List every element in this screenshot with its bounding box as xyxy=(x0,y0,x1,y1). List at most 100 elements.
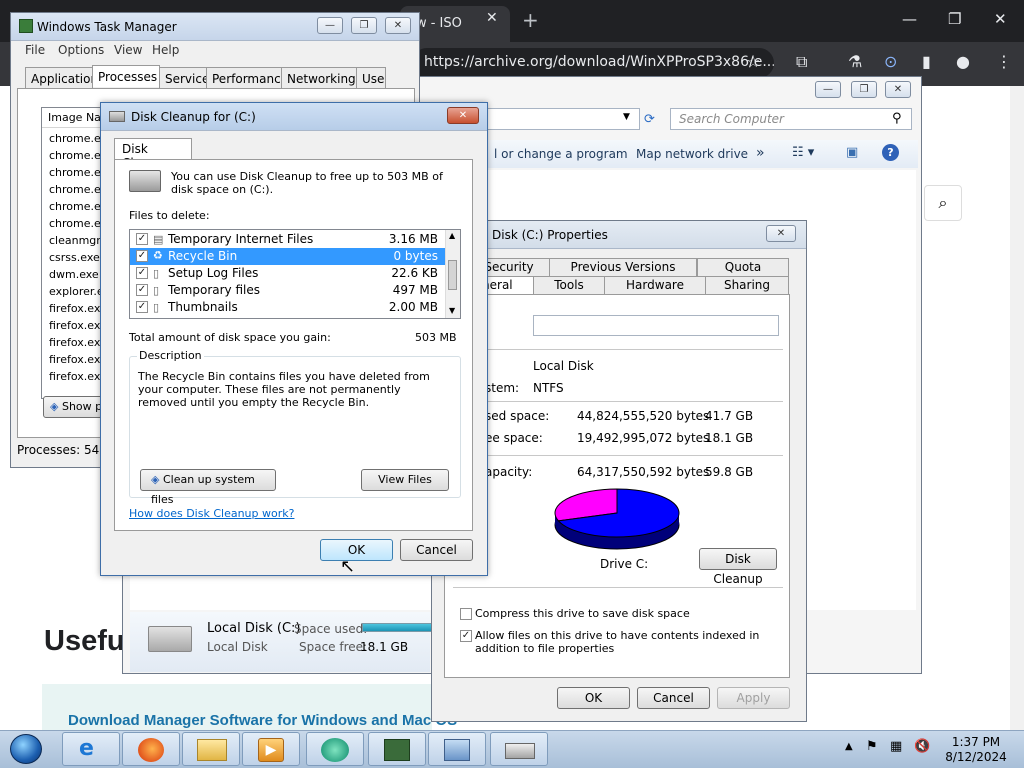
help-icon[interactable]: ? xyxy=(882,144,899,161)
uninstall-program-command[interactable]: l or change a program xyxy=(494,147,628,161)
scroll-down-icon[interactable]: ▼ xyxy=(449,306,455,315)
disk-cleanup-close-button[interactable]: ✕ xyxy=(447,107,479,124)
disk-cleanup-titlebar[interactable]: Disk Cleanup for (C:) ✕ xyxy=(101,103,487,131)
profile-icon[interactable]: ● xyxy=(956,52,970,71)
index-checkbox[interactable]: ✓ xyxy=(460,630,472,642)
new-tab-icon[interactable]: + xyxy=(522,8,539,32)
volume-muted-icon[interactable]: 🔇 xyxy=(914,739,930,754)
tab-users[interactable]: Users xyxy=(356,67,386,89)
properties-ok-button[interactable]: OK xyxy=(557,687,630,709)
tab-performance[interactable]: Performance xyxy=(206,67,282,89)
files-to-delete-list[interactable]: ✓ ▤ Temporary Internet Files 3.16 MB ✓ ♻… xyxy=(129,229,461,319)
tab-disk-cleanup[interactable]: Disk Cleanup xyxy=(114,138,192,170)
taskbar-firefox[interactable] xyxy=(122,732,180,766)
menu-help[interactable]: Help xyxy=(152,43,179,57)
tab-services[interactable]: Services xyxy=(159,67,207,89)
clock[interactable]: 1:37 PM 8/12/2024 xyxy=(944,735,1008,765)
process-row[interactable]: firefox.exe xyxy=(49,353,107,366)
menu-options[interactable]: Options xyxy=(58,43,104,57)
tm-maximize-button[interactable]: ❐ xyxy=(351,17,377,34)
properties-cancel-button[interactable]: Cancel xyxy=(637,687,710,709)
process-row[interactable]: firefox.exe xyxy=(49,370,107,383)
process-row[interactable]: firefox.exe xyxy=(49,336,107,349)
file-checkbox[interactable]: ✓ xyxy=(136,233,148,245)
preview-pane-icon[interactable]: ▣ xyxy=(846,145,858,160)
tab-sharing[interactable]: Sharing xyxy=(705,276,789,295)
search-icon[interactable]: ⚲ xyxy=(892,111,902,126)
view-files-button[interactable]: View Files xyxy=(361,469,449,491)
disk-cleanup-button[interactable]: Disk Cleanup xyxy=(699,548,777,586)
side-panel-icon[interactable]: ▮ xyxy=(922,52,931,71)
tm-close-button[interactable]: ✕ xyxy=(385,17,411,34)
tab-quota[interactable]: Quota xyxy=(697,258,789,277)
properties-titlebar[interactable]: Disk (C:) Properties ✕ xyxy=(432,221,806,249)
page-scrollbar[interactable] xyxy=(1010,86,1024,730)
download-icon[interactable]: ⊙ xyxy=(884,52,897,71)
process-row[interactable]: firefox.exe xyxy=(49,319,107,332)
close-icon[interactable]: ✕ xyxy=(994,10,1007,28)
disk-cleanup-cancel-button[interactable]: Cancel xyxy=(400,539,473,561)
file-row[interactable]: ✓ ▤ Temporary Internet Files 3.16 MB xyxy=(130,231,446,248)
file-checkbox[interactable]: ✓ xyxy=(136,250,148,262)
tab-applications[interactable]: Applications xyxy=(25,67,93,89)
extensions-icon[interactable]: ⧉ xyxy=(796,52,807,72)
refresh-icon[interactable]: ⟳ xyxy=(644,112,655,127)
more-commands-icon[interactable]: » xyxy=(756,145,765,161)
compress-checkbox[interactable] xyxy=(460,608,472,620)
page-search-icon[interactable]: ⌕ xyxy=(924,185,962,221)
explorer-close-button[interactable]: ✕ xyxy=(885,81,911,98)
lab-flask-icon[interactable]: ⚗ xyxy=(848,52,862,71)
file-checkbox[interactable]: ✓ xyxy=(136,284,148,296)
taskbar-media-center[interactable] xyxy=(306,732,364,766)
process-row[interactable]: csrss.exe xyxy=(49,251,100,264)
download-manager-link[interactable]: Download Manager Software for Windows an… xyxy=(68,712,457,729)
taskbar-computer[interactable] xyxy=(428,732,486,766)
address-bar[interactable]: https://archive.org/download/WinXPProSP3… xyxy=(412,48,774,78)
file-row[interactable]: ✓ ♻ Recycle Bin 0 bytes xyxy=(130,248,446,265)
address-dropdown-icon[interactable]: ▼ xyxy=(623,112,630,122)
view-options-icon[interactable]: ☷ ▾ xyxy=(792,145,814,160)
menu-view[interactable]: View xyxy=(114,43,142,57)
file-checkbox[interactable]: ✓ xyxy=(136,301,148,313)
taskbar-media-player[interactable]: ▶ xyxy=(242,732,300,766)
taskbar-explorer[interactable] xyxy=(182,732,240,766)
show-hidden-icons[interactable]: ▲ xyxy=(845,741,853,752)
menu-kebab-icon[interactable]: ⋮ xyxy=(996,52,1012,71)
explorer-maximize-button[interactable]: ❐ xyxy=(851,81,877,98)
process-row[interactable]: dwm.exe xyxy=(49,268,99,281)
explorer-minimize-button[interactable]: — xyxy=(815,81,841,98)
tab-processes[interactable]: Processes xyxy=(92,65,160,87)
properties-apply-button[interactable]: Apply xyxy=(717,687,790,709)
tm-minimize-button[interactable]: — xyxy=(317,17,343,34)
scroll-thumb[interactable] xyxy=(448,260,457,290)
restore-icon[interactable]: ❐ xyxy=(948,10,961,28)
disk-cleanup-help-link[interactable]: How does Disk Cleanup work? xyxy=(129,507,294,520)
disk-cleanup-ok-button[interactable]: OK xyxy=(320,539,393,561)
taskbar-internet-explorer[interactable]: e xyxy=(62,732,120,766)
action-center-flag-icon[interactable]: ⚑ xyxy=(866,739,878,754)
bookmark-star-icon[interactable]: ☆ xyxy=(746,52,760,71)
map-network-drive-command[interactable]: Map network drive xyxy=(636,147,748,161)
explorer-address-bar[interactable]: ▼ xyxy=(486,108,640,130)
file-checkbox[interactable]: ✓ xyxy=(136,267,148,279)
network-icon[interactable]: ▦ xyxy=(890,739,902,754)
taskbar-disk-cleanup[interactable] xyxy=(490,732,548,766)
task-manager-titlebar[interactable]: Windows Task Manager — ❐ ✕ xyxy=(11,13,419,41)
start-button[interactable] xyxy=(4,731,48,767)
file-row[interactable]: ✓ ▯ Thumbnails 2.00 MB xyxy=(130,299,446,316)
files-list-scrollbar[interactable]: ▲ ▼ xyxy=(445,230,460,318)
scroll-up-icon[interactable]: ▲ xyxy=(449,231,455,240)
properties-close-button[interactable]: ✕ xyxy=(766,225,796,242)
explorer-search-input[interactable]: Search Computer xyxy=(670,108,912,130)
drive-label-input[interactable] xyxy=(533,315,779,336)
minimize-icon[interactable]: — xyxy=(902,10,917,28)
process-row[interactable]: firefox.exe xyxy=(49,302,107,315)
tab-networking[interactable]: Networking xyxy=(281,67,357,89)
menu-file[interactable]: File xyxy=(25,43,45,57)
tab-tools[interactable]: Tools xyxy=(533,276,605,295)
tab-previous-versions[interactable]: Previous Versions xyxy=(549,258,697,277)
taskbar-task-manager[interactable] xyxy=(368,732,426,766)
tab-hardware[interactable]: Hardware xyxy=(604,276,706,295)
clean-up-system-files-button[interactable]: ◈ Clean up system files xyxy=(140,469,276,506)
file-row[interactable]: ✓ ▯ Setup Log Files 22.6 KB xyxy=(130,265,446,282)
